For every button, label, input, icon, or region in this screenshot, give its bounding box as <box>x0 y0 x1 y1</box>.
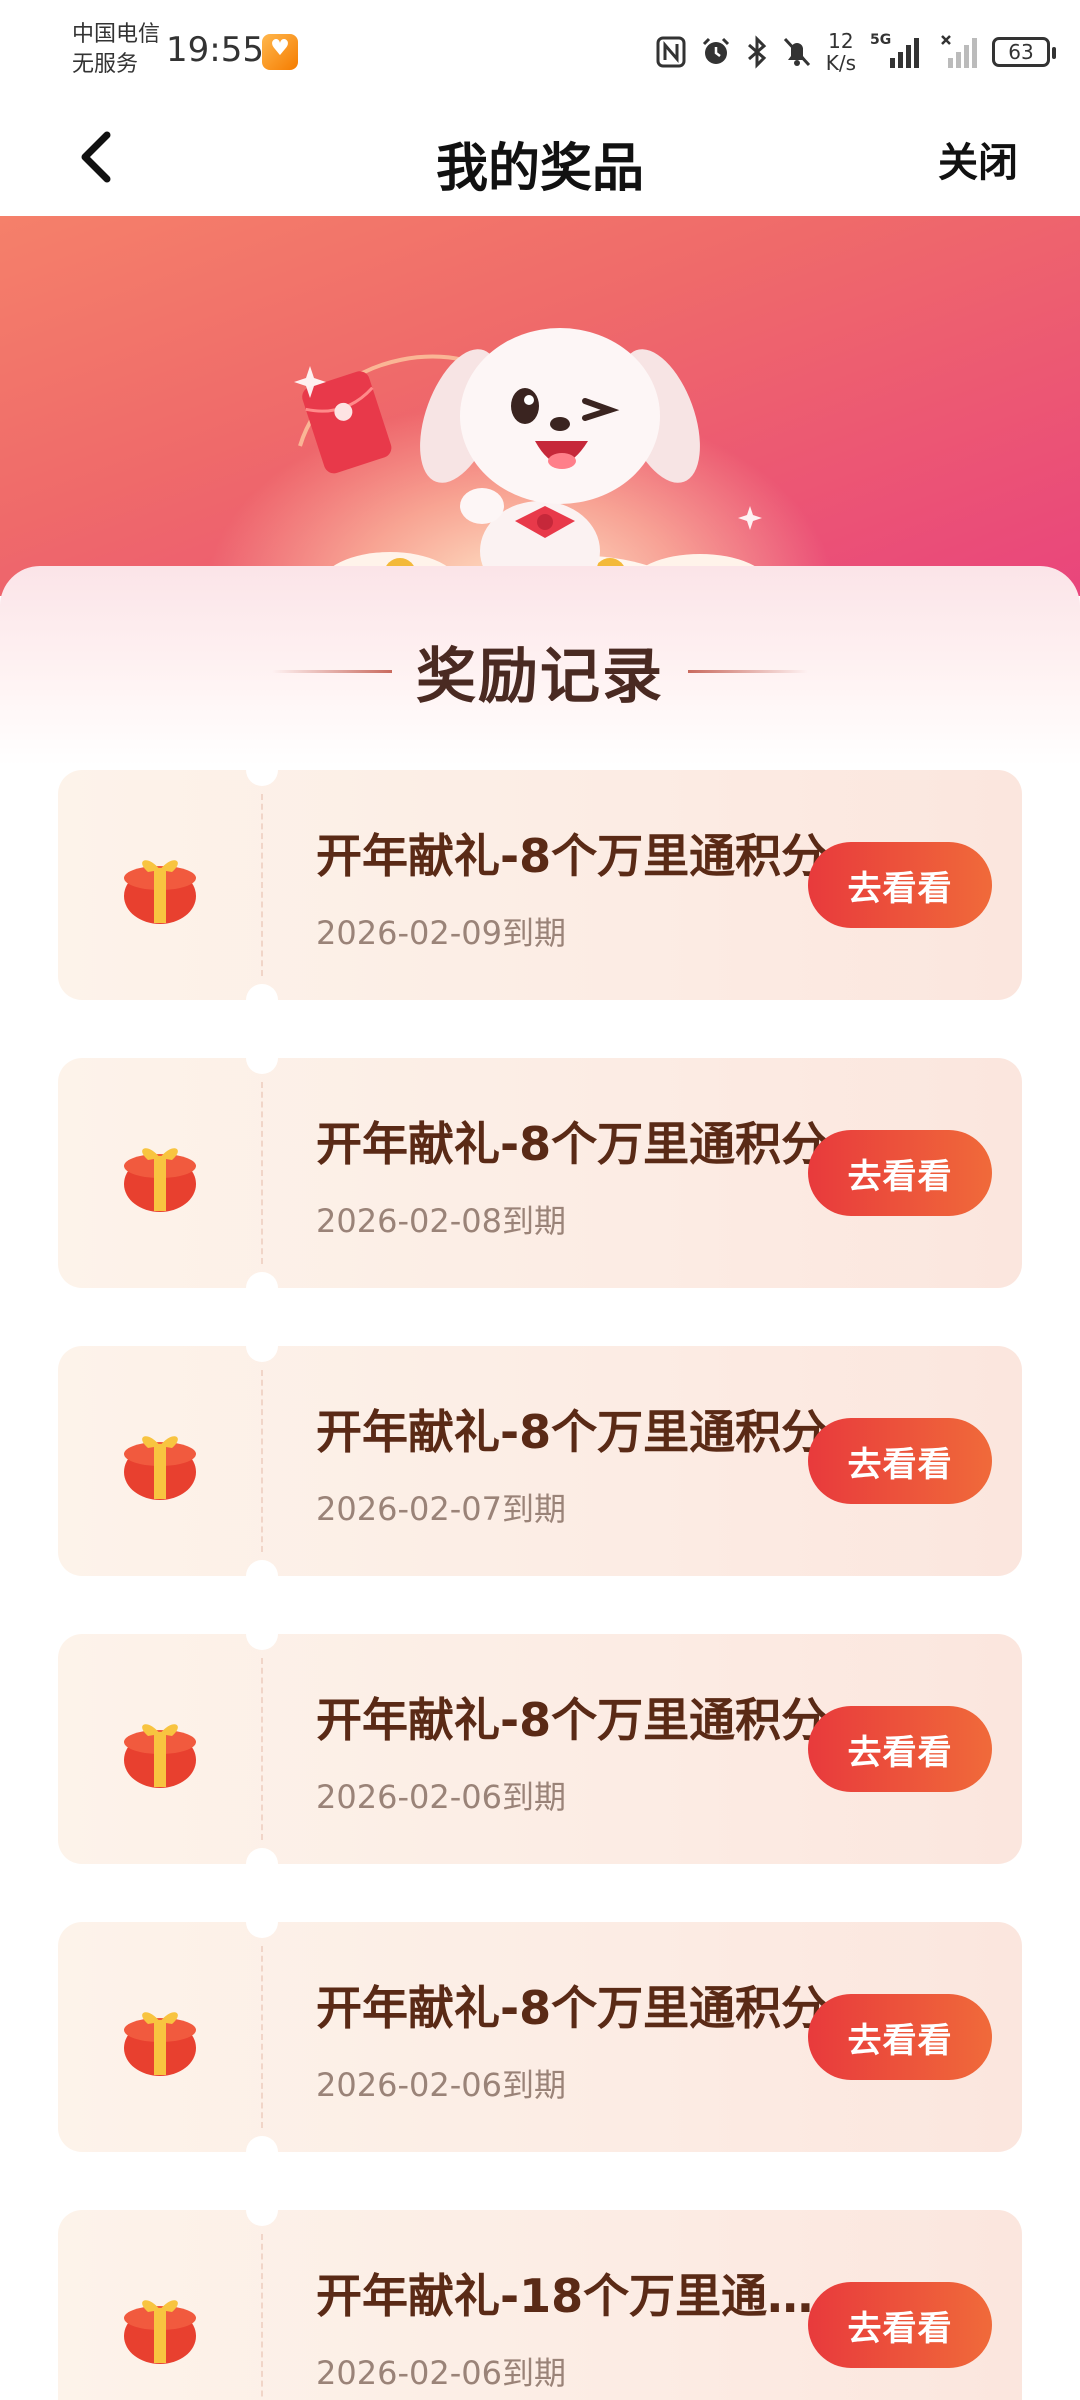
ticket-notch <box>246 770 278 786</box>
prize-name: 开年献礼-8个万里通积分 <box>316 1117 828 1171</box>
section-header: 奖励记录 <box>0 626 1080 716</box>
gift-box-icon <box>124 1148 196 1212</box>
signal-no-service-icon <box>941 35 977 68</box>
prize-name: 开年献礼-8个万里通积分 <box>316 1405 828 1459</box>
signal-5g: 5G <box>870 32 926 72</box>
ticket-divider <box>261 1370 263 1552</box>
status-time: 19:55 <box>166 30 264 70</box>
gift-box-icon <box>124 860 196 924</box>
ticket-notch <box>246 984 278 1000</box>
ticket-notch <box>246 1272 278 1288</box>
close-button[interactable]: 关闭 <box>938 130 1018 188</box>
view-prize-button[interactable]: 去看看 <box>808 1706 992 1792</box>
ticket-divider <box>261 1658 263 1840</box>
prize-name: 开年献礼-8个万里通积分 <box>316 829 828 883</box>
page-title: 我的奖品 <box>435 139 644 199</box>
ticket-notch <box>246 1058 278 1074</box>
view-prize-button[interactable]: 去看看 <box>808 1418 992 1504</box>
ticket-notch <box>246 1634 278 1650</box>
ticket-notch <box>246 1848 278 1864</box>
gift-box-icon <box>124 2300 196 2364</box>
signal-strength-icon <box>890 38 919 68</box>
net-speed-unit: K/s <box>825 51 856 75</box>
prize-card: 开年献礼-8个万里通积分 2026-02-09到期 去看看 <box>58 770 1022 1000</box>
prize-name: 开年献礼-8个万里通积分 <box>316 1693 828 1747</box>
alarm-icon <box>702 37 729 64</box>
mute-icon <box>783 37 810 67</box>
ticket-notch <box>246 1346 278 1362</box>
view-prize-button[interactable]: 去看看 <box>808 1130 992 1216</box>
carrier-info: 中国电信 无服务 <box>72 20 160 80</box>
carrier-name: 中国电信 <box>72 22 161 47</box>
prize-card: 开年献礼-8个万里通积分 2026-02-08到期 去看看 <box>58 1058 1022 1288</box>
prize-expiry: 2026-02-06到期 <box>316 2354 566 2392</box>
net-speed-value: 12 <box>828 29 854 53</box>
service-status: 无服务 <box>72 52 139 77</box>
prize-expiry: 2026-02-09到期 <box>316 914 566 952</box>
prize-card: 开年献礼-8个万里通积分 2026-02-06到期 去看看 <box>58 1634 1022 1864</box>
prize-card: 开年献礼-8个万里通积分 2026-02-06到期 去看看 <box>58 1922 1022 2152</box>
header-divider-left <box>272 669 392 673</box>
ticket-divider <box>261 1946 263 2128</box>
prize-card: 开年献礼-18个万里通积分 2026-02-06到期 去看看 <box>58 2210 1022 2400</box>
prize-name: 开年献礼-8个万里通积分 <box>316 1981 828 2035</box>
mascot-illustration <box>294 328 770 596</box>
ticket-notch <box>246 2136 278 2152</box>
ticket-divider <box>261 794 263 976</box>
view-prize-button[interactable]: 去看看 <box>808 2282 992 2368</box>
ticket-notch <box>246 2210 278 2226</box>
nfc-icon <box>656 36 686 68</box>
prize-expiry: 2026-02-07到期 <box>316 1490 566 1528</box>
prize-expiry: 2026-02-08到期 <box>316 1202 566 1240</box>
bluetooth-icon <box>747 35 766 69</box>
gift-box-icon <box>124 1724 196 1788</box>
prizes-page: 中国电信 无服务 19:55 12 <box>0 0 1080 2400</box>
prize-card: 开年献礼-8个万里通积分 2026-02-07到期 去看看 <box>58 1346 1022 1576</box>
prize-list: 开年献礼-8个万里通积分 2026-02-09到期 去看看 开年献礼-8个万里通… <box>58 770 1022 2400</box>
ticket-notch <box>246 1560 278 1576</box>
view-prize-button[interactable]: 去看看 <box>808 1994 992 2080</box>
view-prize-button[interactable]: 去看看 <box>808 842 992 928</box>
nav-bar: 我的奖品 关闭 <box>0 100 1080 216</box>
prize-name: 开年献礼-18个万里通积分 <box>316 2269 846 2323</box>
app-notification-icon <box>262 34 298 70</box>
section-title: 奖励记录 <box>416 641 664 712</box>
ticket-divider <box>261 1082 263 1264</box>
header-divider-right <box>688 669 808 673</box>
gift-box-icon <box>124 2012 196 2076</box>
battery-indicator: 63 <box>992 37 1056 67</box>
prize-expiry: 2026-02-06到期 <box>316 2066 566 2104</box>
header-banner <box>0 216 1080 596</box>
prize-expiry: 2026-02-06到期 <box>316 1778 566 1816</box>
network-speed: 12 K/s <box>826 30 856 74</box>
system-icons: 12 K/s 5G 63 <box>656 22 1056 82</box>
ticket-divider <box>261 2234 263 2400</box>
status-bar: 中国电信 无服务 19:55 12 <box>0 0 1080 100</box>
gift-box-icon <box>124 1436 196 1500</box>
reward-sheet: 奖励记录 开年献礼-8个万里通积分 2026-02-09到期 去看看 开年献礼-… <box>0 566 1080 2400</box>
ticket-notch <box>246 1922 278 1938</box>
